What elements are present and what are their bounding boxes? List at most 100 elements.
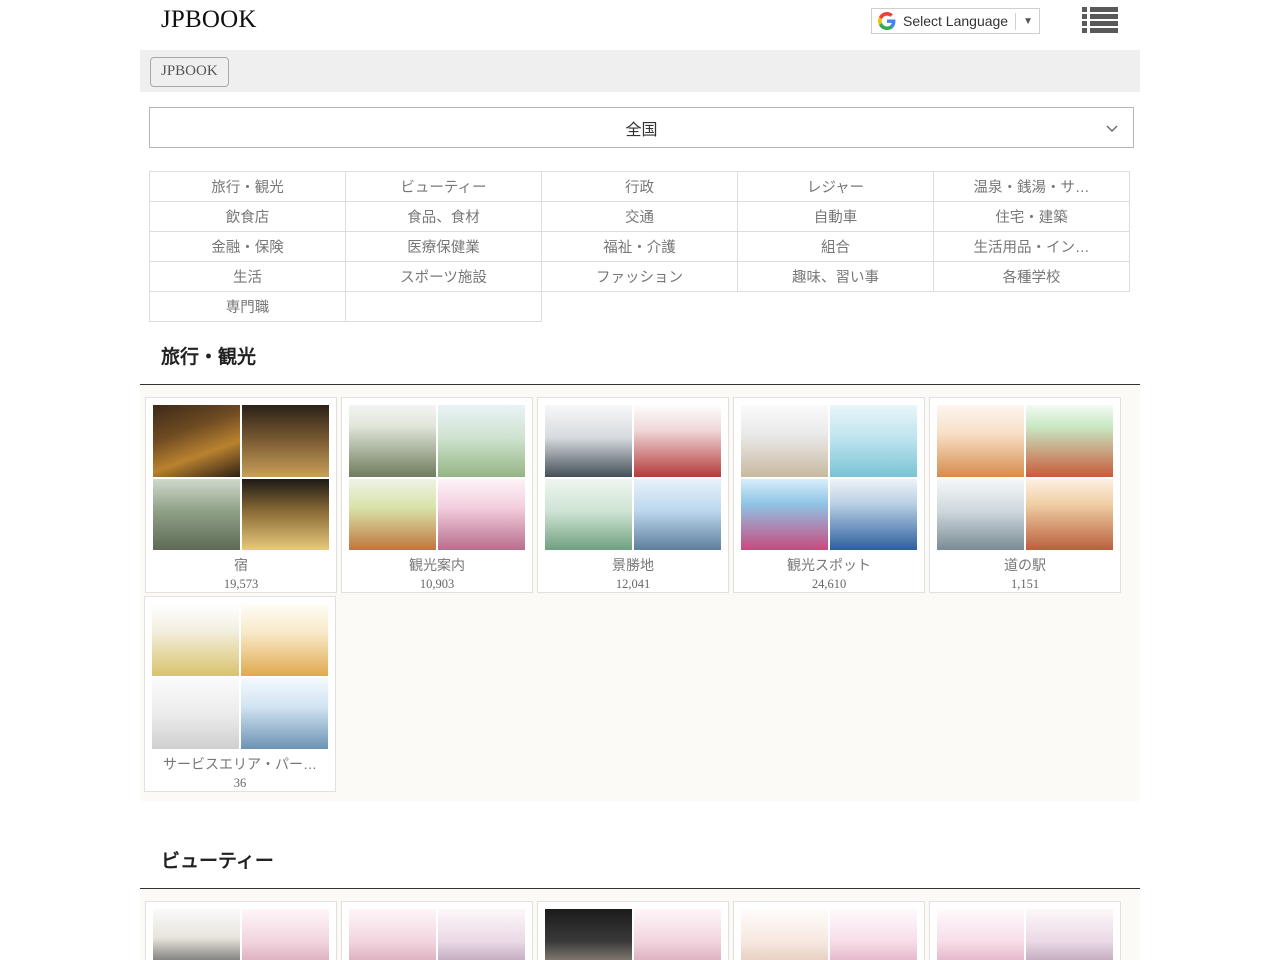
section-2: ビューティー xyxy=(140,852,1140,960)
category-cell-専門職[interactable]: 専門職 xyxy=(149,291,346,322)
card-thumbnail-grid xyxy=(349,405,525,551)
card-thumbnail xyxy=(545,909,632,960)
card-thumbnail xyxy=(242,478,329,551)
thumbnail-image xyxy=(152,604,239,676)
category-cell-生活[interactable]: 生活 xyxy=(149,261,346,292)
section-1: 旅行・観光宿 19,573 観光案内 10,903 景勝地 12,041 観光スポット 24,… xyxy=(140,348,1140,801)
category-card[interactable] xyxy=(341,901,533,960)
card-thumbnail xyxy=(153,478,240,551)
category-cell-自動車[interactable]: 自動車 xyxy=(737,201,934,232)
menu-bullet-icon xyxy=(1082,14,1087,19)
thumbnail-image xyxy=(438,478,525,551)
category-cell-組合[interactable]: 組合 xyxy=(737,231,934,262)
category-card[interactable] xyxy=(929,901,1121,960)
thumbnail-image xyxy=(937,478,1024,551)
card-thumbnail xyxy=(1026,909,1113,960)
category-card[interactable]: 観光案内 10,903 xyxy=(341,397,533,593)
menu-bullet-icon xyxy=(1082,21,1087,26)
card-thumbnail xyxy=(438,405,525,477)
card-thumbnail xyxy=(242,909,329,960)
card-thumbnail xyxy=(937,478,1024,551)
thumbnail-image xyxy=(349,405,436,477)
category-cell-趣味-習い事[interactable]: 趣味、習い事 xyxy=(737,261,934,292)
category-cell-交通[interactable]: 交通 xyxy=(541,201,738,232)
card-thumbnail xyxy=(153,405,240,477)
category-cell-食品-食材[interactable]: 食品、食材 xyxy=(345,201,542,232)
thumbnail-image xyxy=(634,405,721,477)
google-translate-widget[interactable]: Select Language ▼ xyxy=(871,8,1040,34)
card-thumbnail xyxy=(349,909,436,960)
category-cell-empty xyxy=(345,291,542,322)
category-cell-温泉-銭湯-サ-[interactable]: 温泉・銭湯・サ… xyxy=(933,171,1130,202)
card-thumbnail-grid xyxy=(152,604,328,750)
thumbnail-image xyxy=(937,909,1024,960)
thumbnail-image xyxy=(153,909,240,960)
region-select-value: 全国 xyxy=(625,121,658,139)
card-count: 1,151 xyxy=(1010,577,1040,591)
list-menu-icon[interactable] xyxy=(1082,6,1118,34)
category-cell-医療保健業[interactable]: 医療保健業 xyxy=(345,231,542,262)
category-cell-ビューティー[interactable]: ビューティー xyxy=(345,171,542,202)
category-cell-レジャー[interactable]: レジャー xyxy=(737,171,934,202)
thumbnail-image xyxy=(242,405,329,477)
thumbnail-image xyxy=(830,909,917,960)
card-thumbnail-grid xyxy=(545,909,721,960)
breadcrumb: JPBOOK xyxy=(140,50,1140,92)
card-thumbnail xyxy=(830,478,917,551)
thumbnail-image xyxy=(830,405,917,477)
menu-row xyxy=(1082,21,1118,26)
card-count: 12,041 xyxy=(615,577,651,591)
page-root: JPBOOK Select Language ▼ JPBOOK 全国 旅行・観光… xyxy=(0,0,1280,960)
category-cell-飲食店[interactable]: 飲食店 xyxy=(149,201,346,232)
thumbnail-image xyxy=(545,909,632,960)
card-label: 道の駅 xyxy=(1004,557,1046,574)
thumbnail-image xyxy=(741,909,828,960)
section-title: ビューティー xyxy=(161,851,274,872)
site-logo[interactable]: JPBOOK xyxy=(161,6,257,34)
card-thumbnail xyxy=(545,478,632,551)
card-thumbnail xyxy=(152,604,239,676)
site-header: JPBOOK Select Language ▼ xyxy=(0,0,1280,45)
menu-bar xyxy=(1090,28,1118,33)
menu-bullet-icon xyxy=(1082,7,1087,12)
category-cell-ファッション[interactable]: ファッション xyxy=(541,261,738,292)
card-thumbnail xyxy=(741,478,828,551)
category-table-row: 生活 スポーツ施設 ファッション 趣味、習い事 各種学校 xyxy=(149,261,1130,292)
category-cell-filler xyxy=(541,291,1130,322)
category-card[interactable]: 道の駅 1,151 xyxy=(929,397,1121,593)
region-select[interactable]: 全国 xyxy=(149,107,1134,148)
card-thumbnail xyxy=(937,405,1024,477)
category-card[interactable] xyxy=(537,901,729,960)
category-card[interactable]: 観光スポット 24,610 xyxy=(733,397,925,593)
category-table-row: 金融・保険 医療保健業 福祉・介護 組合 生活用品・イン… xyxy=(149,231,1130,262)
card-thumbnail xyxy=(741,405,828,477)
category-cell-生活用品-イン-[interactable]: 生活用品・イン… xyxy=(933,231,1130,262)
category-cell-金融-保険[interactable]: 金融・保険 xyxy=(149,231,346,262)
translate-separator xyxy=(1015,12,1017,30)
card-thumbnail-grid xyxy=(153,405,329,551)
chevron-down-icon[interactable]: ▼ xyxy=(1023,16,1033,27)
thumbnail-image xyxy=(438,909,525,960)
category-cell-住宅-建築[interactable]: 住宅・建築 xyxy=(933,201,1130,232)
thumbnail-image xyxy=(741,478,828,551)
card-thumbnail-grid xyxy=(741,909,917,960)
thumbnail-image xyxy=(937,405,1024,477)
category-card[interactable] xyxy=(733,901,925,960)
category-cell-行政[interactable]: 行政 xyxy=(541,171,738,202)
category-card[interactable]: サービスエリア・パー… 36 xyxy=(144,596,336,792)
category-table-row: 旅行・観光 ビューティー 行政 レジャー 温泉・銭湯・サ… xyxy=(149,171,1130,202)
category-cell-スポーツ施設[interactable]: スポーツ施設 xyxy=(345,261,542,292)
card-thumbnail xyxy=(1026,478,1113,551)
category-card[interactable]: 宿 19,573 xyxy=(145,397,337,593)
thumbnail-image xyxy=(152,677,239,750)
card-thumbnail xyxy=(545,405,632,477)
category-cell-各種学校[interactable]: 各種学校 xyxy=(933,261,1130,292)
menu-row xyxy=(1082,7,1118,12)
breadcrumb-item-jpbook[interactable]: JPBOOK xyxy=(150,57,229,87)
menu-row xyxy=(1082,28,1118,33)
category-card[interactable] xyxy=(145,901,337,960)
category-card[interactable]: 景勝地 12,041 xyxy=(537,397,729,593)
thumbnail-image xyxy=(153,405,240,477)
category-cell-旅行-観光[interactable]: 旅行・観光 xyxy=(149,171,346,202)
category-cell-福祉-介護[interactable]: 福祉・介護 xyxy=(541,231,738,262)
